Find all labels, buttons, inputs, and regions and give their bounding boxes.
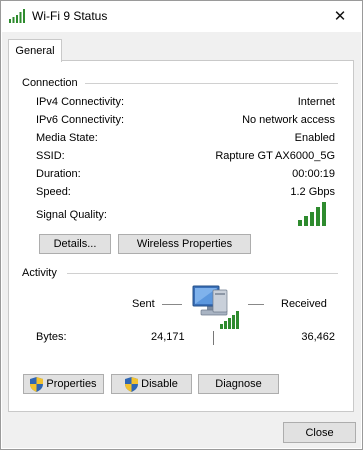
connection-heading: Connection (22, 77, 78, 89)
media-state-value: Enabled (294, 132, 335, 144)
window-title: Wi-Fi 9 Status (32, 9, 108, 23)
bytes-sent-value: 24,171 (151, 331, 185, 343)
diagnose-button-label: Diagnose (215, 378, 262, 390)
bytes-divider (213, 331, 214, 345)
wifi-status-window: Wi-Fi 9 Status ✕ General Connection IPv4… (0, 0, 363, 450)
signal-quality-label: Signal Quality: (36, 209, 107, 221)
wireless-properties-button[interactable]: Wireless Properties (118, 234, 251, 254)
ipv4-label: IPv4 Connectivity: (36, 96, 125, 108)
tab-general-label: General (15, 45, 55, 57)
ipv6-value: No network access (242, 114, 335, 126)
connection-divider (85, 83, 338, 84)
close-x-icon[interactable]: ✕ (318, 1, 362, 31)
activity-heading: Activity (22, 267, 57, 279)
close-button-label: Close (305, 426, 334, 439)
disable-button[interactable]: Disable (111, 374, 192, 394)
ssid-value: Rapture GT AX6000_5G (215, 150, 335, 162)
sent-line (162, 304, 182, 305)
speed-label: Speed: (36, 186, 71, 198)
ipv4-value: Internet (297, 96, 335, 108)
wireless-properties-label: Wireless Properties (136, 238, 233, 250)
properties-button[interactable]: Properties (23, 374, 104, 394)
title-bar: Wi-Fi 9 Status ✕ (1, 1, 362, 31)
properties-button-label: Properties (46, 378, 97, 390)
network-computer-icon (192, 285, 239, 329)
ipv6-label: IPv6 Connectivity: (36, 114, 125, 126)
bytes-received-value: 36,462 (301, 331, 335, 343)
uac-shield-icon (125, 376, 139, 392)
bytes-label: Bytes: (36, 331, 67, 343)
speed-value: 1.2 Gbps (290, 186, 335, 198)
duration-label: Duration: (36, 168, 81, 180)
media-state-label: Media State: (36, 132, 98, 144)
activity-divider (67, 273, 338, 274)
uac-shield-icon (30, 376, 44, 392)
sent-label: Sent (132, 298, 155, 310)
duration-value: 00:00:19 (292, 168, 335, 180)
disable-button-label: Disable (141, 378, 178, 390)
details-button[interactable]: Details... (39, 234, 111, 254)
details-button-label: Details... (53, 238, 97, 250)
received-line (248, 304, 264, 305)
signal-quality-icon (298, 202, 326, 226)
ssid-label: SSID: (36, 150, 65, 162)
diagnose-button[interactable]: Diagnose (198, 374, 279, 394)
close-button[interactable]: Close (283, 422, 356, 443)
received-label: Received (281, 298, 327, 310)
wifi-signal-icon (9, 9, 25, 23)
tab-general[interactable]: General (8, 39, 62, 62)
